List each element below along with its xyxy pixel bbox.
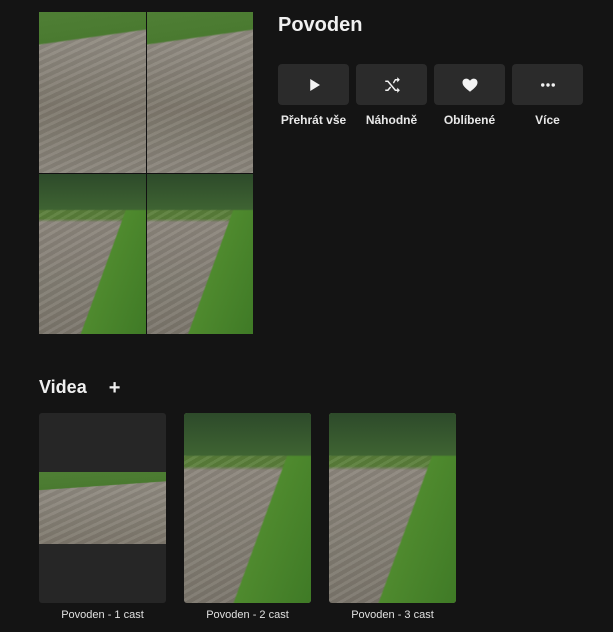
play-icon <box>309 78 320 91</box>
album-collage[interactable] <box>39 12 253 334</box>
collage-image <box>39 173 146 334</box>
shuffle-button[interactable]: Náhodně <box>356 64 427 127</box>
collage-image <box>146 173 253 334</box>
collage-image <box>146 12 253 173</box>
more-button-box[interactable] <box>512 64 583 105</box>
video-card[interactable]: Povoden - 2 cast <box>184 413 311 621</box>
action-bar: Přehrát vše Náhodně Oblíbené Více <box>278 64 583 127</box>
thumbnail-image <box>184 413 311 603</box>
video-title[interactable]: Povoden - 3 cast <box>351 609 434 621</box>
video-card[interactable]: Povoden - 1 cast <box>39 413 166 621</box>
more-label: Více <box>535 113 560 127</box>
video-list: Povoden - 1 cast Povoden - 2 cast Povode… <box>39 413 456 621</box>
play-all-label: Přehrát vše <box>280 113 347 127</box>
play-all-button[interactable]: Přehrát vše <box>278 64 349 127</box>
video-thumbnail[interactable] <box>184 413 311 603</box>
videos-section-header: Videa + <box>39 377 120 398</box>
video-thumbnail[interactable] <box>39 413 166 603</box>
video-title[interactable]: Povoden - 1 cast <box>61 609 144 621</box>
thumbnail-image <box>39 472 166 544</box>
collage-image <box>39 12 146 173</box>
section-title[interactable]: Videa <box>39 377 87 398</box>
video-card[interactable]: Povoden - 3 cast <box>329 413 456 621</box>
more-button[interactable]: Více <box>512 64 583 127</box>
heart-icon <box>462 78 477 92</box>
page-title: Povoden <box>278 14 363 36</box>
favorite-button-box[interactable] <box>434 64 505 105</box>
thumbnail-image <box>329 413 456 603</box>
favorite-button[interactable]: Oblíbené <box>434 64 505 127</box>
favorite-label: Oblíbené <box>443 113 496 127</box>
shuffle-icon <box>384 76 400 93</box>
shuffle-label: Náhodně <box>365 113 418 127</box>
video-thumbnail[interactable] <box>329 413 456 603</box>
more-icon <box>540 82 555 87</box>
shuffle-button-box[interactable] <box>356 64 427 105</box>
play-all-button-box[interactable] <box>278 64 349 105</box>
video-title[interactable]: Povoden - 2 cast <box>206 609 289 621</box>
add-video-button[interactable]: + <box>109 378 121 398</box>
